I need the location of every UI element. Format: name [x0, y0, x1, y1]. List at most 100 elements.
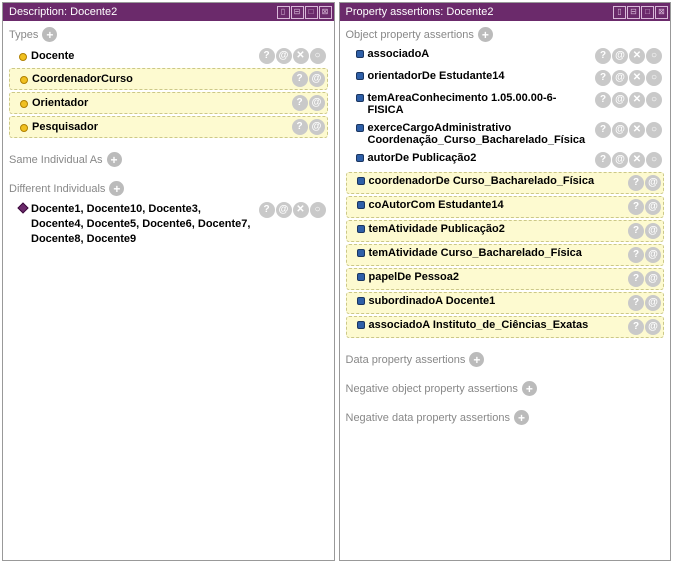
- explain-icon[interactable]: @: [612, 122, 628, 138]
- assertions-panel-title: Property assertions: Docente2: [346, 6, 614, 18]
- panel-view2-icon[interactable]: ⊟: [627, 6, 640, 19]
- help-icon[interactable]: ?: [595, 152, 611, 168]
- obj-prop-value: Curso_Bacharelado_Física: [453, 175, 594, 187]
- panel-close-icon[interactable]: ⊠: [655, 6, 668, 19]
- explain-icon[interactable]: @: [276, 48, 292, 64]
- delete-icon[interactable]: ✕: [629, 122, 645, 138]
- obj-prop-entry[interactable]: associadoA Instituto_de_Ciências_Exatas?…: [346, 316, 665, 338]
- explain-icon[interactable]: @: [645, 271, 661, 287]
- help-icon[interactable]: ?: [628, 271, 644, 287]
- obj-prop-entry[interactable]: coAutorCom Estudante14?@: [346, 196, 665, 218]
- entry-actions: ?@✕○: [595, 122, 662, 138]
- types-section-header: Types +: [9, 27, 328, 42]
- help-icon[interactable]: ?: [595, 122, 611, 138]
- explain-icon[interactable]: @: [612, 92, 628, 108]
- help-icon[interactable]: ?: [259, 202, 275, 218]
- type-entry[interactable]: CoordenadorCurso?@: [9, 68, 328, 90]
- help-icon[interactable]: ?: [292, 119, 308, 135]
- explain-icon[interactable]: @: [309, 71, 325, 87]
- help-icon[interactable]: ?: [595, 92, 611, 108]
- obj-prop-name: associadoA: [368, 48, 430, 60]
- delete-icon[interactable]: ✕: [629, 70, 645, 86]
- obj-prop-name: orientadorDe: [368, 70, 436, 82]
- obj-prop-entry[interactable]: coordenadorDe Curso_Bacharelado_Física?@: [346, 172, 665, 194]
- panel-view3-icon[interactable]: □: [305, 6, 318, 19]
- delete-icon[interactable]: ✕: [629, 152, 645, 168]
- obj-prop-entry[interactable]: orientadorDe Estudante14?@✕○: [346, 68, 665, 88]
- delete-icon[interactable]: ✕: [629, 92, 645, 108]
- delete-icon[interactable]: ✕: [629, 48, 645, 64]
- help-icon[interactable]: ?: [292, 71, 308, 87]
- explain-icon[interactable]: @: [645, 223, 661, 239]
- explain-icon[interactable]: @: [612, 48, 628, 64]
- explain-icon[interactable]: @: [645, 247, 661, 263]
- explain-icon[interactable]: @: [645, 319, 661, 335]
- obj-prop-name: associadoA: [369, 319, 430, 331]
- diff-entry[interactable]: Docente1, Docente10, Docente3, Docente4,…: [9, 200, 328, 249]
- types-entries: Docente?@✕○CoordenadorCurso?@Orientador?…: [9, 46, 328, 138]
- type-entry[interactable]: Pesquisador?@: [9, 116, 328, 138]
- type-entry-text: Docente: [31, 50, 255, 62]
- ring-icon[interactable]: ○: [646, 70, 662, 86]
- explain-icon[interactable]: @: [645, 295, 661, 311]
- help-icon[interactable]: ?: [259, 48, 275, 64]
- help-icon[interactable]: ?: [628, 247, 644, 263]
- data-prop-add-button[interactable]: +: [469, 352, 484, 367]
- object-property-icon: [357, 297, 365, 305]
- obj-prop-entry[interactable]: temAreaConhecimento 1.05.00.00-6-FISICA?…: [346, 90, 665, 118]
- help-icon[interactable]: ?: [628, 319, 644, 335]
- explain-icon[interactable]: @: [612, 70, 628, 86]
- explain-icon[interactable]: @: [612, 152, 628, 168]
- ring-icon[interactable]: ○: [646, 122, 662, 138]
- type-entry[interactable]: Orientador?@: [9, 92, 328, 114]
- delete-icon[interactable]: ✕: [293, 202, 309, 218]
- explain-icon[interactable]: @: [309, 95, 325, 111]
- ring-icon[interactable]: ○: [310, 48, 326, 64]
- ring-icon[interactable]: ○: [310, 202, 326, 218]
- panel-header-icons: ▯ ⊟ □ ⊠: [613, 6, 668, 19]
- neg-data-add-button[interactable]: +: [514, 410, 529, 425]
- types-add-button[interactable]: +: [42, 27, 57, 42]
- ring-icon[interactable]: ○: [646, 152, 662, 168]
- panel-view2-icon[interactable]: ⊟: [291, 6, 304, 19]
- help-icon[interactable]: ?: [595, 70, 611, 86]
- object-property-icon: [357, 177, 365, 185]
- panel-close-icon[interactable]: ⊠: [319, 6, 332, 19]
- obj-prop-section: Object property assertions + associadoA?…: [346, 27, 665, 338]
- obj-prop-add-button[interactable]: +: [478, 27, 493, 42]
- description-body: Types + Docente?@✕○CoordenadorCurso?@Ori…: [3, 21, 334, 560]
- help-icon[interactable]: ?: [628, 295, 644, 311]
- panel-view1-icon[interactable]: ▯: [613, 6, 626, 19]
- obj-prop-entry[interactable]: associadoA?@✕○: [346, 46, 665, 66]
- same-add-button[interactable]: +: [107, 152, 122, 167]
- ring-icon[interactable]: ○: [646, 48, 662, 64]
- panel-view3-icon[interactable]: □: [641, 6, 654, 19]
- obj-prop-entry[interactable]: papelDe Pessoa2?@: [346, 268, 665, 290]
- obj-prop-entry[interactable]: autorDe Publicação2?@✕○: [346, 150, 665, 170]
- explain-icon[interactable]: @: [276, 202, 292, 218]
- obj-prop-entry[interactable]: subordinadoA Docente1?@: [346, 292, 665, 314]
- diff-add-button[interactable]: +: [109, 181, 124, 196]
- obj-prop-entry-text: temAtividade Curso_Bacharelado_Física: [369, 247, 625, 259]
- obj-prop-entry[interactable]: temAtividade Curso_Bacharelado_Física?@: [346, 244, 665, 266]
- help-icon[interactable]: ?: [628, 223, 644, 239]
- type-entry-text: Orientador: [32, 97, 288, 109]
- help-icon[interactable]: ?: [292, 95, 308, 111]
- neg-obj-add-button[interactable]: +: [522, 381, 537, 396]
- ring-icon[interactable]: ○: [646, 92, 662, 108]
- same-label: Same Individual As: [9, 154, 103, 166]
- explain-icon[interactable]: @: [645, 199, 661, 215]
- types-label: Types: [9, 29, 38, 41]
- explain-icon[interactable]: @: [309, 119, 325, 135]
- delete-icon[interactable]: ✕: [293, 48, 309, 64]
- type-entry[interactable]: Docente?@✕○: [9, 46, 328, 66]
- help-icon[interactable]: ?: [595, 48, 611, 64]
- obj-prop-entry[interactable]: exerceCargoAdministrativo Coordenação_Cu…: [346, 120, 665, 148]
- obj-prop-entry[interactable]: temAtividade Publicação2?@: [346, 220, 665, 242]
- help-icon[interactable]: ?: [628, 175, 644, 191]
- explain-icon[interactable]: @: [645, 175, 661, 191]
- obj-prop-value: Estudante14: [438, 199, 503, 211]
- panel-view1-icon[interactable]: ▯: [277, 6, 290, 19]
- entry-actions: ?@: [628, 175, 661, 191]
- help-icon[interactable]: ?: [628, 199, 644, 215]
